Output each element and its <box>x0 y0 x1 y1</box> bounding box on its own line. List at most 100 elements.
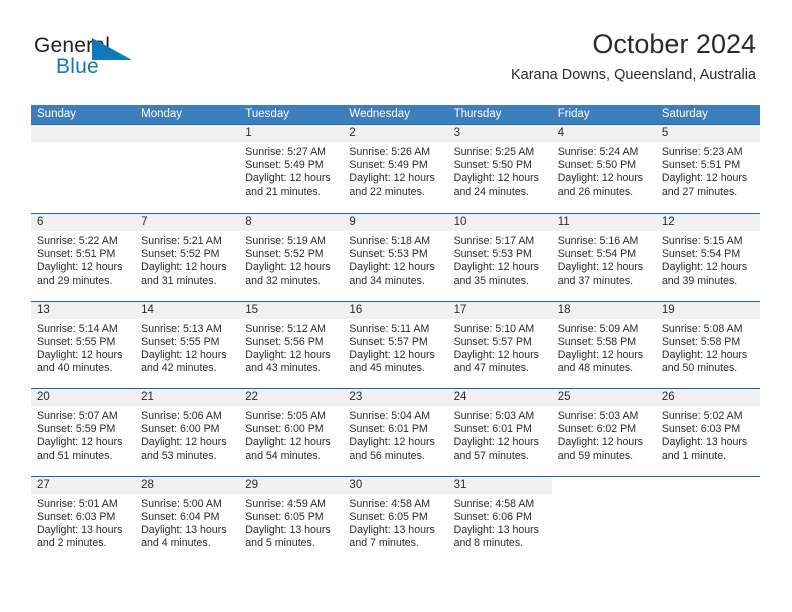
weekday-header-saturday: Saturday <box>661 108 708 120</box>
day-cell[interactable]: 23 Sunrise: 5:04 AM Sunset: 6:01 PM Dayl… <box>343 389 448 476</box>
sunset-text: Sunset: 5:51 PM <box>661 159 741 172</box>
day-cell[interactable]: 28 Sunrise: 5:00 AM Sunset: 6:04 PM Dayl… <box>135 476 240 564</box>
sunset-text: Sunset: 5:58 PM <box>557 335 637 348</box>
sunrise-text: Sunrise: 5:16 AM <box>557 235 639 247</box>
day-cell[interactable]: 27 Sunrise: 5:01 AM Sunset: 6:03 PM Dayl… <box>31 476 136 564</box>
day-details: Sunrise: 5:12 AM Sunset: 5:56 PM Dayligh… <box>239 319 343 376</box>
sunset-text: Sunset: 6:06 PM <box>453 510 532 523</box>
day-cell[interactable] <box>656 477 760 564</box>
day-cell[interactable]: 4 Sunrise: 5:24 AM Sunset: 5:50 PM Dayli… <box>551 125 656 213</box>
day-cell[interactable]: 20 Sunrise: 5:07 AM Sunset: 5:59 PM Dayl… <box>31 389 136 476</box>
day-number: 6 <box>31 214 136 231</box>
day-number: 31 <box>447 476 552 494</box>
day-cell[interactable]: 6 Sunrise: 5:22 AM Sunset: 5:51 PM Dayli… <box>31 214 136 301</box>
day-number: 21 <box>135 389 240 406</box>
daylight-text-line2: and 34 minutes. <box>349 274 425 287</box>
calendar-page: General Blue October 2024 Karana Downs, … <box>0 0 792 612</box>
daylight-text-line2: and 29 minutes. <box>37 274 113 287</box>
day-number: 22 <box>239 389 344 406</box>
daylight-text-line1: Daylight: 12 hours <box>141 261 227 274</box>
daylight-text-line2: and 1 minute. <box>661 449 727 462</box>
day-cell[interactable]: 26 Sunrise: 5:02 AM Sunset: 6:03 PM Dayl… <box>655 389 760 476</box>
day-cell[interactable] <box>552 477 656 564</box>
day-details: Sunrise: 5:22 AM Sunset: 5:51 PM Dayligh… <box>31 231 135 288</box>
daylight-text-line2: and 42 minutes. <box>141 362 217 375</box>
page-header: General Blue October 2024 Karana Downs, … <box>0 0 792 100</box>
day-cell[interactable]: 21 Sunrise: 5:06 AM Sunset: 6:00 PM Dayl… <box>135 389 240 476</box>
day-cell[interactable]: 24 Sunrise: 5:03 AM Sunset: 6:01 PM Dayl… <box>447 389 552 476</box>
day-details: Sunrise: 5:00 AM Sunset: 6:04 PM Dayligh… <box>135 494 239 551</box>
day-cell[interactable] <box>135 125 240 213</box>
day-number: 16 <box>343 301 448 319</box>
sunrise-text: Sunrise: 5:03 AM <box>557 410 639 422</box>
day-number: 28 <box>135 476 240 494</box>
day-number: 24 <box>447 389 552 406</box>
day-number: 30 <box>343 476 448 494</box>
day-number <box>656 477 760 494</box>
day-details: Sunrise: 5:23 AM Sunset: 5:51 PM Dayligh… <box>656 142 760 199</box>
day-cell[interactable]: 18 Sunrise: 5:09 AM Sunset: 5:58 PM Dayl… <box>551 301 656 389</box>
daylight-text-line1: Daylight: 12 hours <box>661 172 748 185</box>
sunrise-text: Sunrise: 5:11 AM <box>349 322 430 335</box>
day-cell[interactable]: 30 Sunrise: 4:58 AM Sunset: 6:05 PM Dayl… <box>343 476 448 564</box>
day-cell[interactable]: 31 Sunrise: 4:58 AM Sunset: 6:06 PM Dayl… <box>447 476 552 564</box>
daylight-text-line1: Daylight: 12 hours <box>245 348 331 361</box>
day-cell[interactable] <box>31 125 136 213</box>
day-cell[interactable]: 3 Sunrise: 5:25 AM Sunset: 5:50 PM Dayli… <box>447 125 552 213</box>
sunrise-text: Sunrise: 5:10 AM <box>453 322 535 335</box>
day-details: Sunrise: 5:15 AM Sunset: 5:54 PM Dayligh… <box>656 231 760 288</box>
daylight-text-line1: Daylight: 12 hours <box>349 436 435 449</box>
daylight-text-line1: Daylight: 12 hours <box>557 436 644 449</box>
day-cell[interactable]: 5 Sunrise: 5:23 AM Sunset: 5:51 PM Dayli… <box>655 125 760 213</box>
day-details: Sunrise: 5:02 AM Sunset: 6:03 PM Dayligh… <box>656 406 760 463</box>
sunset-text: Sunset: 5:52 PM <box>245 248 324 261</box>
daylight-text-line1: Daylight: 12 hours <box>557 172 644 185</box>
day-details: Sunrise: 4:59 AM Sunset: 6:05 PM Dayligh… <box>239 494 343 551</box>
day-cell[interactable]: 22 Sunrise: 5:05 AM Sunset: 6:00 PM Dayl… <box>239 389 344 476</box>
day-cell[interactable]: 9 Sunrise: 5:18 AM Sunset: 5:53 PM Dayli… <box>343 214 448 301</box>
sunset-text: Sunset: 6:05 PM <box>349 510 428 523</box>
day-cell[interactable]: 10 Sunrise: 5:17 AM Sunset: 5:53 PM Dayl… <box>447 214 552 301</box>
page-title: October 2024 <box>592 29 756 59</box>
day-cell[interactable]: 1 Sunrise: 5:27 AM Sunset: 5:49 PM Dayli… <box>239 125 344 213</box>
calendar-week-row: 27 Sunrise: 5:01 AM Sunset: 6:03 PM Dayl… <box>31 475 760 564</box>
day-cell[interactable]: 15 Sunrise: 5:12 AM Sunset: 5:56 PM Dayl… <box>239 301 344 389</box>
sunset-text: Sunset: 6:03 PM <box>37 510 116 523</box>
day-cell[interactable]: 17 Sunrise: 5:10 AM Sunset: 5:57 PM Dayl… <box>447 301 552 389</box>
day-cell[interactable]: 25 Sunrise: 5:03 AM Sunset: 6:02 PM Dayl… <box>551 389 656 476</box>
day-cell[interactable]: 11 Sunrise: 5:16 AM Sunset: 5:54 PM Dayl… <box>551 214 656 301</box>
day-cell[interactable]: 14 Sunrise: 5:13 AM Sunset: 5:55 PM Dayl… <box>135 301 240 389</box>
sunrise-text: Sunrise: 5:23 AM <box>661 146 743 158</box>
sunrise-text: Sunrise: 5:21 AM <box>141 235 222 247</box>
day-details: Sunrise: 5:03 AM Sunset: 6:02 PM Dayligh… <box>552 406 656 463</box>
day-number: 13 <box>31 301 136 319</box>
day-cell[interactable]: 8 Sunrise: 5:19 AM Sunset: 5:52 PM Dayli… <box>239 214 344 301</box>
day-cell[interactable]: 12 Sunrise: 5:15 AM Sunset: 5:54 PM Dayl… <box>655 214 760 301</box>
day-details: Sunrise: 5:21 AM Sunset: 5:52 PM Dayligh… <box>135 231 239 288</box>
daylight-text-line2: and 56 minutes. <box>349 449 425 462</box>
day-cell[interactable]: 19 Sunrise: 5:08 AM Sunset: 5:58 PM Dayl… <box>655 301 760 389</box>
sunrise-text: Sunrise: 5:13 AM <box>141 322 222 335</box>
day-details: Sunrise: 5:03 AM Sunset: 6:01 PM Dayligh… <box>448 406 552 463</box>
day-cell[interactable]: 16 Sunrise: 5:11 AM Sunset: 5:57 PM Dayl… <box>343 301 448 389</box>
daylight-text-line2: and 7 minutes. <box>349 537 419 550</box>
sunrise-text: Sunrise: 5:03 AM <box>453 410 535 422</box>
daylight-text-line2: and 54 minutes. <box>245 449 321 462</box>
daylight-text-line1: Daylight: 12 hours <box>661 348 748 361</box>
daylight-text-line1: Daylight: 12 hours <box>245 436 331 449</box>
day-cell[interactable]: 13 Sunrise: 5:14 AM Sunset: 5:55 PM Dayl… <box>31 301 136 389</box>
day-number: 9 <box>343 214 448 231</box>
sunrise-text: Sunrise: 5:14 AM <box>37 322 118 335</box>
daylight-text-line1: Daylight: 12 hours <box>453 348 539 361</box>
daylight-text-line1: Daylight: 12 hours <box>349 261 435 274</box>
day-details: Sunrise: 5:26 AM Sunset: 5:49 PM Dayligh… <box>343 142 447 199</box>
sunset-text: Sunset: 6:05 PM <box>245 510 324 523</box>
day-number: 4 <box>551 125 656 142</box>
day-cell[interactable]: 2 Sunrise: 5:26 AM Sunset: 5:49 PM Dayli… <box>343 125 448 213</box>
sunrise-text: Sunrise: 5:18 AM <box>349 235 431 247</box>
day-cell[interactable]: 7 Sunrise: 5:21 AM Sunset: 5:52 PM Dayli… <box>135 214 240 301</box>
day-cell[interactable]: 29 Sunrise: 4:59 AM Sunset: 6:05 PM Dayl… <box>239 476 344 564</box>
daylight-text-line1: Daylight: 12 hours <box>453 261 539 274</box>
sunset-text: Sunset: 5:58 PM <box>661 335 741 348</box>
sunset-text: Sunset: 6:01 PM <box>453 423 532 436</box>
